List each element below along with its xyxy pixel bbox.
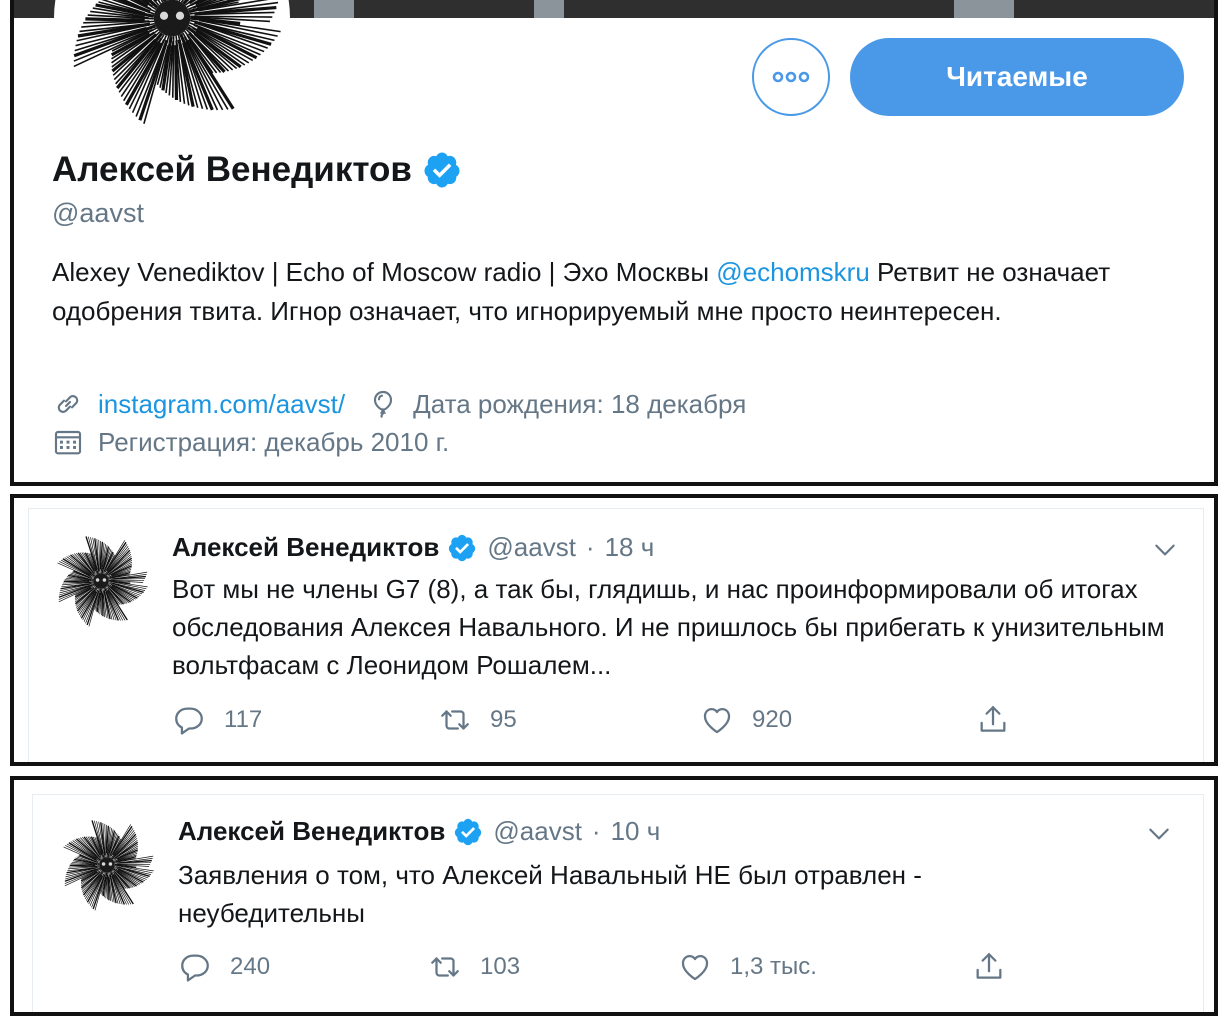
tweet-timestamp[interactable]: 18 ч xyxy=(605,532,655,563)
verified-badge-icon xyxy=(455,818,482,845)
share-button[interactable] xyxy=(976,703,1010,737)
retweet-icon xyxy=(441,710,469,730)
reply-count: 240 xyxy=(230,953,271,980)
retweet-icon xyxy=(431,957,459,977)
link-icon xyxy=(57,395,79,413)
tweet-header: Алексей Венедиктов @aavst · 10 ч xyxy=(178,816,660,847)
joined-text: Регистрация: декабрь 2010 г. xyxy=(98,426,450,457)
separator-dot: · xyxy=(585,532,595,562)
profile-avatar[interactable] xyxy=(54,0,290,136)
reply-icon xyxy=(175,707,203,735)
verified-badge-icon xyxy=(449,534,476,561)
heart-icon xyxy=(703,707,731,734)
avatar-image xyxy=(52,532,150,630)
tweet-author-name[interactable]: Алексей Венедиктов xyxy=(172,532,439,563)
profile-joined-row: Регистрация: декабрь 2010 г. xyxy=(52,426,449,458)
following-button[interactable]: Читаемые xyxy=(850,38,1184,116)
tweet-avatar[interactable] xyxy=(52,532,150,630)
more-options-button[interactable] xyxy=(752,38,830,116)
share-button[interactable] xyxy=(972,950,1006,984)
website-link[interactable]: instagram.com/aavst/ xyxy=(98,389,345,420)
tweet-card[interactable]: Алексей Венедиктов @aavst · 18 ч Вот мы … xyxy=(10,494,1218,766)
reply-count: 117 xyxy=(224,706,263,733)
profile-header-panel: Читаемые Алексей Венедиктов @aavst Alexe… xyxy=(10,0,1218,486)
like-button[interactable]: 920 xyxy=(700,703,792,737)
chevron-down-icon[interactable] xyxy=(1146,821,1172,847)
profile-bio: Alexey Venediktov | Echo of Moscow radio… xyxy=(52,253,1202,331)
tweet-text: Заявления о том, что Алексей Навальный Н… xyxy=(178,860,922,928)
profile-handle: @aavst xyxy=(52,198,144,228)
share-icon xyxy=(980,706,1006,732)
heart-icon xyxy=(681,954,709,981)
avatar-image xyxy=(58,816,156,914)
avatar-image xyxy=(58,0,286,132)
tweet-handle[interactable]: @aavst xyxy=(487,532,576,563)
like-count: 1,3 тыс. xyxy=(730,953,817,980)
tweet-handle[interactable]: @aavst xyxy=(493,816,582,847)
retweet-button[interactable]: 103 xyxy=(428,950,520,984)
retweet-count: 103 xyxy=(480,953,521,980)
tweet-card[interactable]: Алексей Венедиктов @aavst · 10 ч Заявлен… xyxy=(10,776,1218,1016)
verified-badge-icon xyxy=(424,152,460,188)
tweet-header: Алексей Венедиктов @aavst · 18 ч xyxy=(172,532,654,563)
tweet-avatar[interactable] xyxy=(58,816,156,914)
like-button[interactable]: 1,3 тыс. xyxy=(678,950,817,984)
share-icon xyxy=(976,953,1002,979)
profile-meta-row: instagram.com/aavst/ Дата рождения: 18 д… xyxy=(52,388,746,420)
profile-name-row: Алексей Венедиктов xyxy=(52,150,462,190)
reply-button[interactable]: 240 xyxy=(178,950,270,984)
retweet-button[interactable]: 95 xyxy=(438,703,517,737)
reply-button[interactable]: 117 xyxy=(172,703,262,737)
profile-name: Алексей Венедиктов xyxy=(52,150,412,189)
chevron-down-icon[interactable] xyxy=(1152,537,1178,563)
more-dots-icon xyxy=(772,71,810,83)
birthday-text: Дата рождения: 18 декабря xyxy=(413,388,747,419)
bio-mention-link[interactable]: @echomskru xyxy=(716,257,870,287)
balloon-icon xyxy=(374,390,393,418)
calendar-icon xyxy=(54,430,82,455)
reply-icon xyxy=(181,954,209,982)
tweet-author-name[interactable]: Алексей Венедиктов xyxy=(178,816,445,847)
separator-dot: · xyxy=(591,816,601,846)
retweet-count: 95 xyxy=(490,706,517,733)
bio-text-start: Alexey Venediktov | Echo of Moscow radio… xyxy=(52,257,717,287)
like-count: 920 xyxy=(752,706,793,733)
tweet-text: Вот мы не члены G7 (8), а так бы, глядиш… xyxy=(172,574,1165,680)
tweet-timestamp[interactable]: 10 ч xyxy=(611,816,661,847)
